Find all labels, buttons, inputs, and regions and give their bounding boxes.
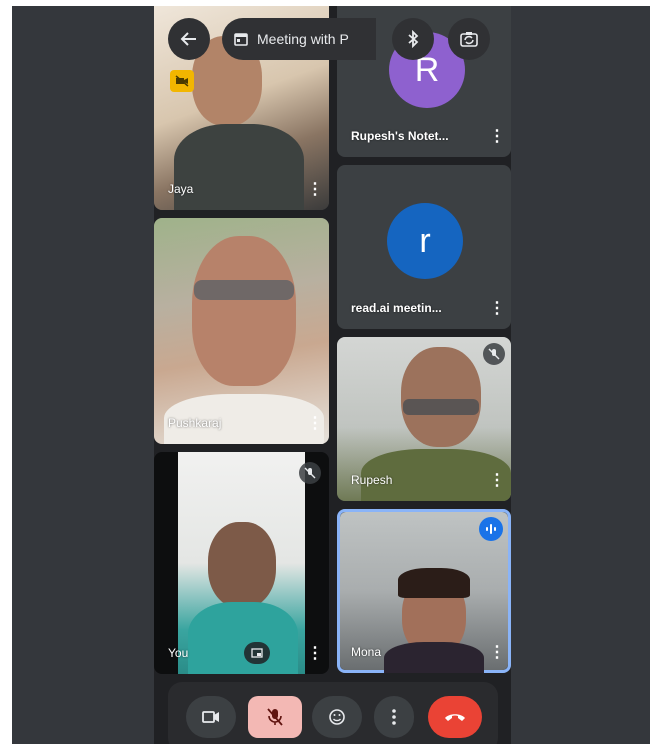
participant-tile-pushkaraj[interactable]: Pushkaraj ⋮	[154, 218, 329, 444]
arrow-left-icon	[180, 32, 196, 46]
participant-name: Rupesh	[351, 473, 393, 487]
participant-tile-self[interactable]: You ⋮	[154, 452, 329, 674]
more-options-icon[interactable]: ⋮	[307, 646, 323, 662]
calendar-icon	[234, 33, 248, 46]
more-options-icon[interactable]: ⋮	[489, 301, 505, 317]
mic-off-icon	[299, 462, 321, 484]
picture-in-picture-icon[interactable]	[244, 642, 270, 664]
participant-name: Rupesh's Notet...	[351, 129, 449, 143]
back-button[interactable]	[168, 18, 210, 60]
reactions-button[interactable]	[312, 696, 362, 738]
participant-name: Pushkaraj	[168, 416, 222, 430]
call-controls-bar	[168, 682, 498, 744]
microphone-button[interactable]	[248, 696, 302, 738]
emoji-icon	[329, 709, 345, 725]
more-options-icon[interactable]: ⋮	[489, 645, 505, 661]
meeting-title: Meeting with P	[257, 31, 349, 47]
self-video	[178, 452, 305, 674]
participant-video	[154, 218, 329, 444]
participant-tile-readai[interactable]: r read.ai meetin... ⋮	[337, 165, 511, 329]
mic-off-icon	[483, 343, 505, 365]
meet-call-screen: Jaya ⋮ R Rupesh's Notet... ⋮ r read.ai m…	[154, 6, 511, 744]
camera-button[interactable]	[186, 696, 236, 738]
participant-name: read.ai meetin...	[351, 301, 442, 315]
bluetooth-icon	[408, 30, 419, 48]
end-call-icon	[445, 714, 465, 721]
more-options-icon[interactable]: ⋮	[489, 129, 505, 145]
participant-name: You	[168, 646, 189, 660]
participant-tile-mona[interactable]: Mona ⋮	[337, 509, 511, 673]
avatar: r	[387, 203, 463, 279]
camera-icon	[202, 711, 219, 723]
speaking-indicator-icon	[479, 517, 503, 541]
switch-camera-icon	[460, 32, 478, 47]
more-vertical-icon	[392, 709, 396, 725]
more-options-icon[interactable]: ⋮	[489, 473, 505, 489]
switch-camera-button[interactable]	[448, 18, 490, 60]
end-call-button[interactable]	[428, 696, 482, 738]
participant-tile-rupesh[interactable]: Rupesh ⋮	[337, 337, 511, 501]
audio-output-button[interactable]	[392, 18, 434, 60]
more-options-icon[interactable]: ⋮	[307, 416, 323, 432]
participant-name: Mona	[351, 645, 382, 659]
more-options-icon[interactable]: ⋮	[307, 182, 323, 198]
meeting-title-chip[interactable]: Meeting with P	[222, 18, 376, 60]
participant-name: Jaya	[168, 182, 194, 196]
more-options-button[interactable]	[374, 696, 414, 738]
mic-off-icon	[267, 708, 283, 726]
camera-off-badge	[170, 70, 194, 92]
